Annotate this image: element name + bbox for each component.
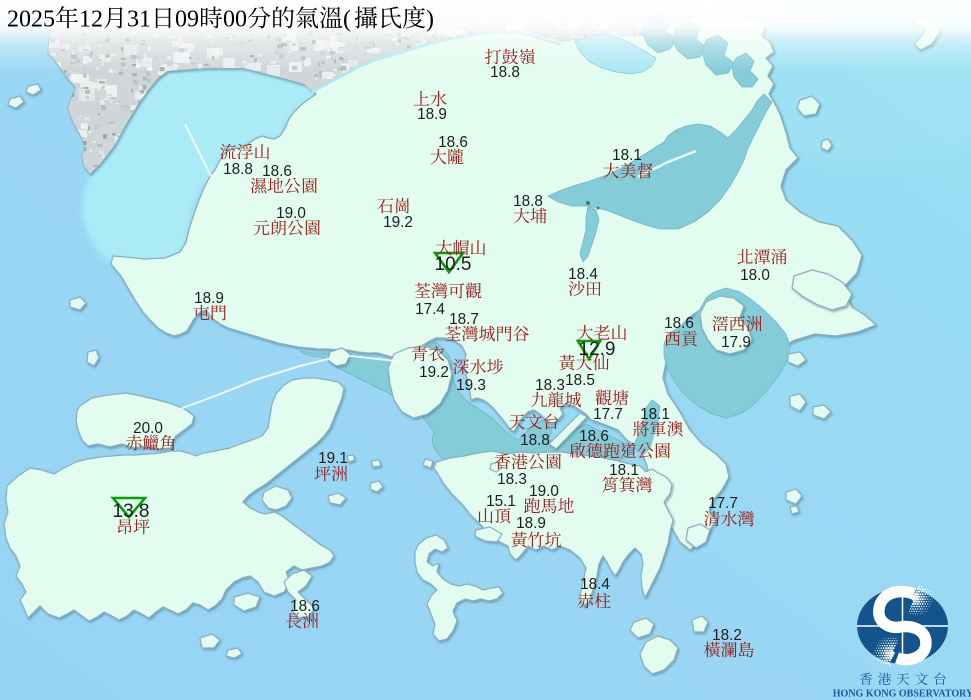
svg-text:(: ( — [343, 7, 351, 33]
svg-text:18.1: 18.1 — [612, 147, 642, 164]
svg-text:HONG KONG OBSERVATORY: HONG KONG OBSERVATORY — [833, 689, 971, 700]
svg-text:18.1: 18.1 — [640, 406, 670, 423]
svg-text:19.2: 19.2 — [383, 214, 413, 231]
svg-text:18.6: 18.6 — [290, 598, 320, 615]
svg-text:18.1: 18.1 — [609, 462, 639, 479]
svg-text:19.0: 19.0 — [529, 483, 559, 500]
svg-text:18.6: 18.6 — [664, 315, 694, 332]
svg-text:18.8: 18.8 — [223, 161, 253, 178]
svg-text:18.2: 18.2 — [712, 627, 742, 644]
svg-text:): ) — [426, 7, 434, 33]
svg-text:13.8: 13.8 — [113, 501, 150, 522]
svg-text:18.6: 18.6 — [262, 163, 292, 180]
svg-text:00: 00 — [223, 7, 247, 33]
svg-text:20.0: 20.0 — [133, 420, 163, 437]
svg-text:18.8: 18.8 — [490, 64, 520, 81]
svg-text:15.1: 15.1 — [486, 493, 516, 510]
svg-text:18.3: 18.3 — [497, 471, 527, 488]
svg-text:19.2: 19.2 — [419, 364, 449, 381]
svg-text:17.4: 17.4 — [415, 301, 445, 318]
svg-text:17.9: 17.9 — [721, 334, 751, 351]
svg-text:17.7: 17.7 — [593, 406, 623, 423]
svg-text:18.6: 18.6 — [579, 428, 609, 445]
svg-text:19.1: 19.1 — [318, 450, 348, 467]
svg-text:18.7: 18.7 — [449, 311, 479, 328]
svg-text:18.5: 18.5 — [565, 372, 595, 389]
svg-text:2025: 2025 — [7, 7, 55, 33]
svg-text:12: 12 — [79, 7, 103, 33]
svg-text:17.7: 17.7 — [708, 495, 738, 512]
svg-text:18.8: 18.8 — [520, 432, 550, 449]
svg-text:18.6: 18.6 — [438, 134, 468, 151]
svg-text:19.0: 19.0 — [276, 205, 306, 222]
svg-text:10.5: 10.5 — [435, 254, 472, 275]
svg-text:18.3: 18.3 — [535, 377, 565, 394]
svg-text:18.0: 18.0 — [740, 267, 770, 284]
svg-text:18.9: 18.9 — [516, 515, 546, 532]
svg-text:18.4: 18.4 — [568, 266, 598, 283]
svg-text:18.4: 18.4 — [580, 576, 610, 593]
svg-text:19.3: 19.3 — [456, 377, 486, 394]
svg-text:18.9: 18.9 — [417, 106, 447, 123]
svg-text:18.8: 18.8 — [513, 193, 543, 210]
svg-text:31: 31 — [127, 7, 151, 33]
svg-text:09: 09 — [175, 7, 199, 33]
svg-text:18.9: 18.9 — [194, 290, 224, 307]
